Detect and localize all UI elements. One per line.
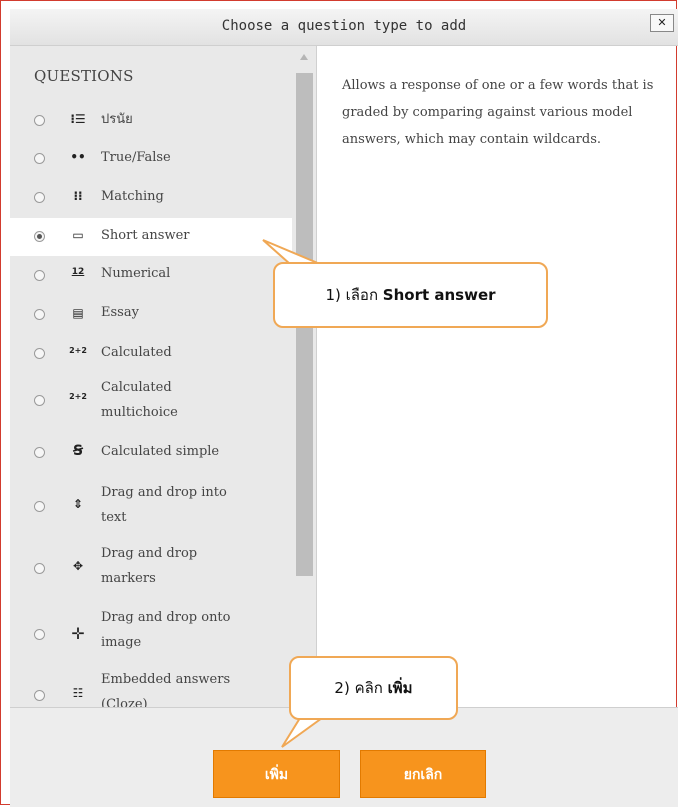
- callout-step-1-highlight: Short answer: [382, 286, 496, 304]
- callout-1-pointer: [262, 239, 321, 265]
- callout-step-2-text: 2) คลิก: [334, 679, 388, 697]
- callout-step-2-highlight: เพิ่ม: [387, 679, 413, 697]
- callout-step-1-text: 1) เลือก: [325, 286, 383, 304]
- callout-2-pointer: [281, 717, 326, 748]
- callout-step-1: 1) เลือก Short answer: [273, 262, 548, 328]
- callout-step-2: 2) คลิก เพิ่ม: [289, 656, 458, 720]
